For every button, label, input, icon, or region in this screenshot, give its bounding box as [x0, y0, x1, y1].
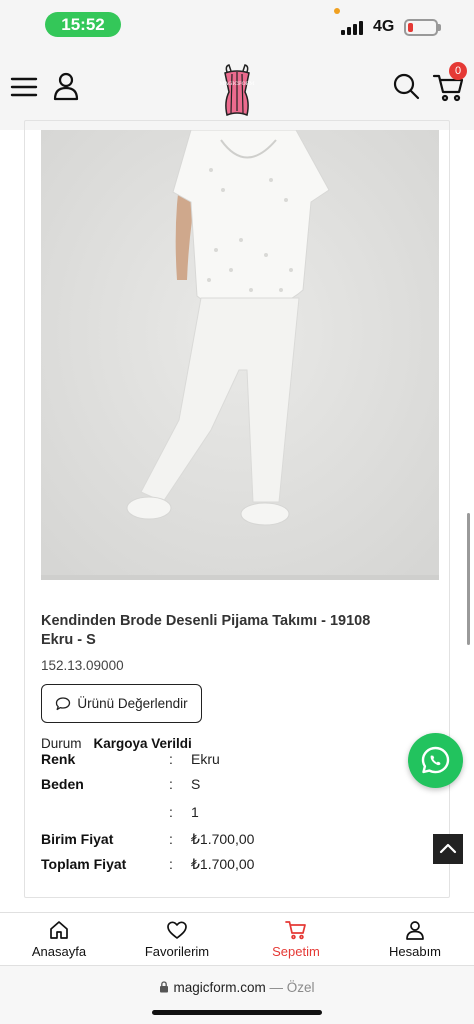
network-type: 4G	[373, 18, 395, 35]
url-domain: magicform.com	[173, 980, 266, 995]
site-header: MAGICFORM 0	[0, 52, 474, 130]
product-image[interactable]	[41, 130, 439, 580]
nav-label-account: Hesabım	[388, 944, 442, 959]
nav-item-cart[interactable]: Sepetim	[237, 913, 355, 967]
nav-item-home[interactable]: Anasayfa	[0, 913, 118, 967]
url-suffix: — Özel	[269, 980, 315, 995]
menu-icon[interactable]	[8, 70, 42, 104]
scroll-to-top-button[interactable]	[433, 834, 463, 864]
brand-logo[interactable]: MAGICFORM	[210, 60, 264, 122]
status-label: Durum	[41, 736, 82, 751]
nav-label-home: Anasayfa	[31, 944, 87, 959]
privacy-indicator-dot	[334, 8, 340, 14]
chevron-up-icon	[439, 843, 457, 854]
cart-count-badge: 0	[449, 62, 467, 80]
product-code: 152.13.09000	[41, 658, 124, 673]
account-icon[interactable]	[50, 70, 84, 104]
product-title[interactable]: Kendinden Brode Desenli Pijama Takımı - …	[41, 612, 401, 650]
nav-label-cart: Sepetim	[272, 944, 320, 959]
home-indicator[interactable]	[152, 1010, 322, 1015]
browser-url-bar[interactable]: magicform.com — Özel	[0, 966, 474, 1024]
lock-icon	[160, 981, 169, 993]
review-product-button[interactable]: Ürünü Değerlendir	[41, 684, 202, 723]
cart-icon	[285, 921, 306, 940]
home-icon	[50, 921, 68, 939]
status-time: 15:52	[45, 12, 121, 37]
battery-icon	[404, 19, 438, 36]
heart-icon	[167, 921, 187, 939]
order-status: Durum Kargoya Verildi	[41, 736, 192, 751]
page-scrollbar[interactable]	[467, 513, 470, 645]
chat-bubble-icon	[56, 696, 71, 710]
nav-label-favorites: Favorilerim	[144, 944, 210, 959]
logo-text: MAGICFORM	[220, 81, 255, 87]
user-icon	[406, 921, 424, 940]
whatsapp-button[interactable]	[408, 733, 463, 788]
review-button-label: Ürünü Değerlendir	[77, 696, 188, 711]
nav-item-account[interactable]: Hesabım	[356, 913, 474, 967]
search-icon[interactable]	[390, 70, 424, 104]
bottom-navigation: Anasayfa Favorilerim Sepetim Hesabım	[0, 912, 474, 966]
nav-item-favorites[interactable]: Favorilerim	[118, 913, 236, 967]
status-value: Kargoya Verildi	[93, 736, 192, 751]
order-detail-content: Kendinden Brode Desenli Pijama Takımı - …	[0, 120, 474, 912]
status-bar: 15:52 4G	[0, 0, 474, 52]
whatsapp-icon	[421, 746, 450, 774]
signal-icon	[341, 21, 365, 35]
